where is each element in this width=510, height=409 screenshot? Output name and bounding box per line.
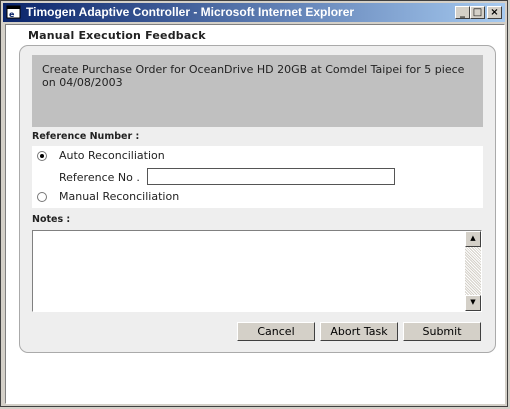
maximize-icon: □	[472, 7, 483, 18]
manual-reconciliation-label[interactable]: Manual Reconciliation	[59, 190, 179, 203]
notes-label: Notes :	[32, 214, 71, 225]
reference-options: Auto Reconciliation Reference No . Manua…	[32, 146, 483, 208]
manual-reconciliation-radio[interactable]	[37, 192, 47, 202]
page-title: Manual Execution Feedback	[28, 29, 206, 42]
feedback-panel: Create Purchase Order for OceanDrive HD …	[19, 45, 496, 353]
abort-task-button[interactable]: Abort Task	[320, 322, 398, 341]
close-button[interactable]: ×	[487, 6, 502, 19]
browser-window: e Timogen Adaptive Controller - Microsof…	[0, 0, 508, 407]
cancel-button[interactable]: Cancel	[237, 322, 315, 341]
ie-icon: e	[6, 5, 21, 19]
window-title: Timogen Adaptive Controller - Microsoft …	[26, 5, 355, 19]
down-arrow-icon[interactable]: ▼	[465, 295, 481, 311]
up-arrow-icon[interactable]: ▲	[465, 231, 481, 247]
reference-no-label: Reference No .	[59, 171, 140, 184]
notes-textarea[interactable]: ▲ ▼	[32, 230, 482, 312]
reference-no-input[interactable]	[147, 168, 395, 185]
scroll-track[interactable]	[465, 247, 481, 295]
minimize-icon: _	[460, 7, 465, 18]
notes-scrollbar[interactable]: ▲ ▼	[465, 231, 481, 311]
radio-selected-dot	[40, 154, 44, 158]
submit-button[interactable]: Submit	[403, 322, 481, 341]
title-bar[interactable]: e Timogen Adaptive Controller - Microsof…	[3, 3, 505, 22]
notes-text	[33, 231, 481, 235]
page-content: Manual Execution Feedback Create Purchas…	[5, 24, 505, 404]
task-description: Create Purchase Order for OceanDrive HD …	[32, 55, 483, 127]
minimize-button[interactable]: _	[455, 6, 470, 19]
auto-reconciliation-radio[interactable]	[37, 151, 47, 161]
maximize-button[interactable]: □	[470, 6, 485, 19]
svg-text:e: e	[9, 10, 15, 19]
close-icon: ×	[490, 7, 499, 18]
auto-reconciliation-label[interactable]: Auto Reconciliation	[59, 149, 165, 162]
reference-number-label: Reference Number :	[32, 131, 140, 142]
